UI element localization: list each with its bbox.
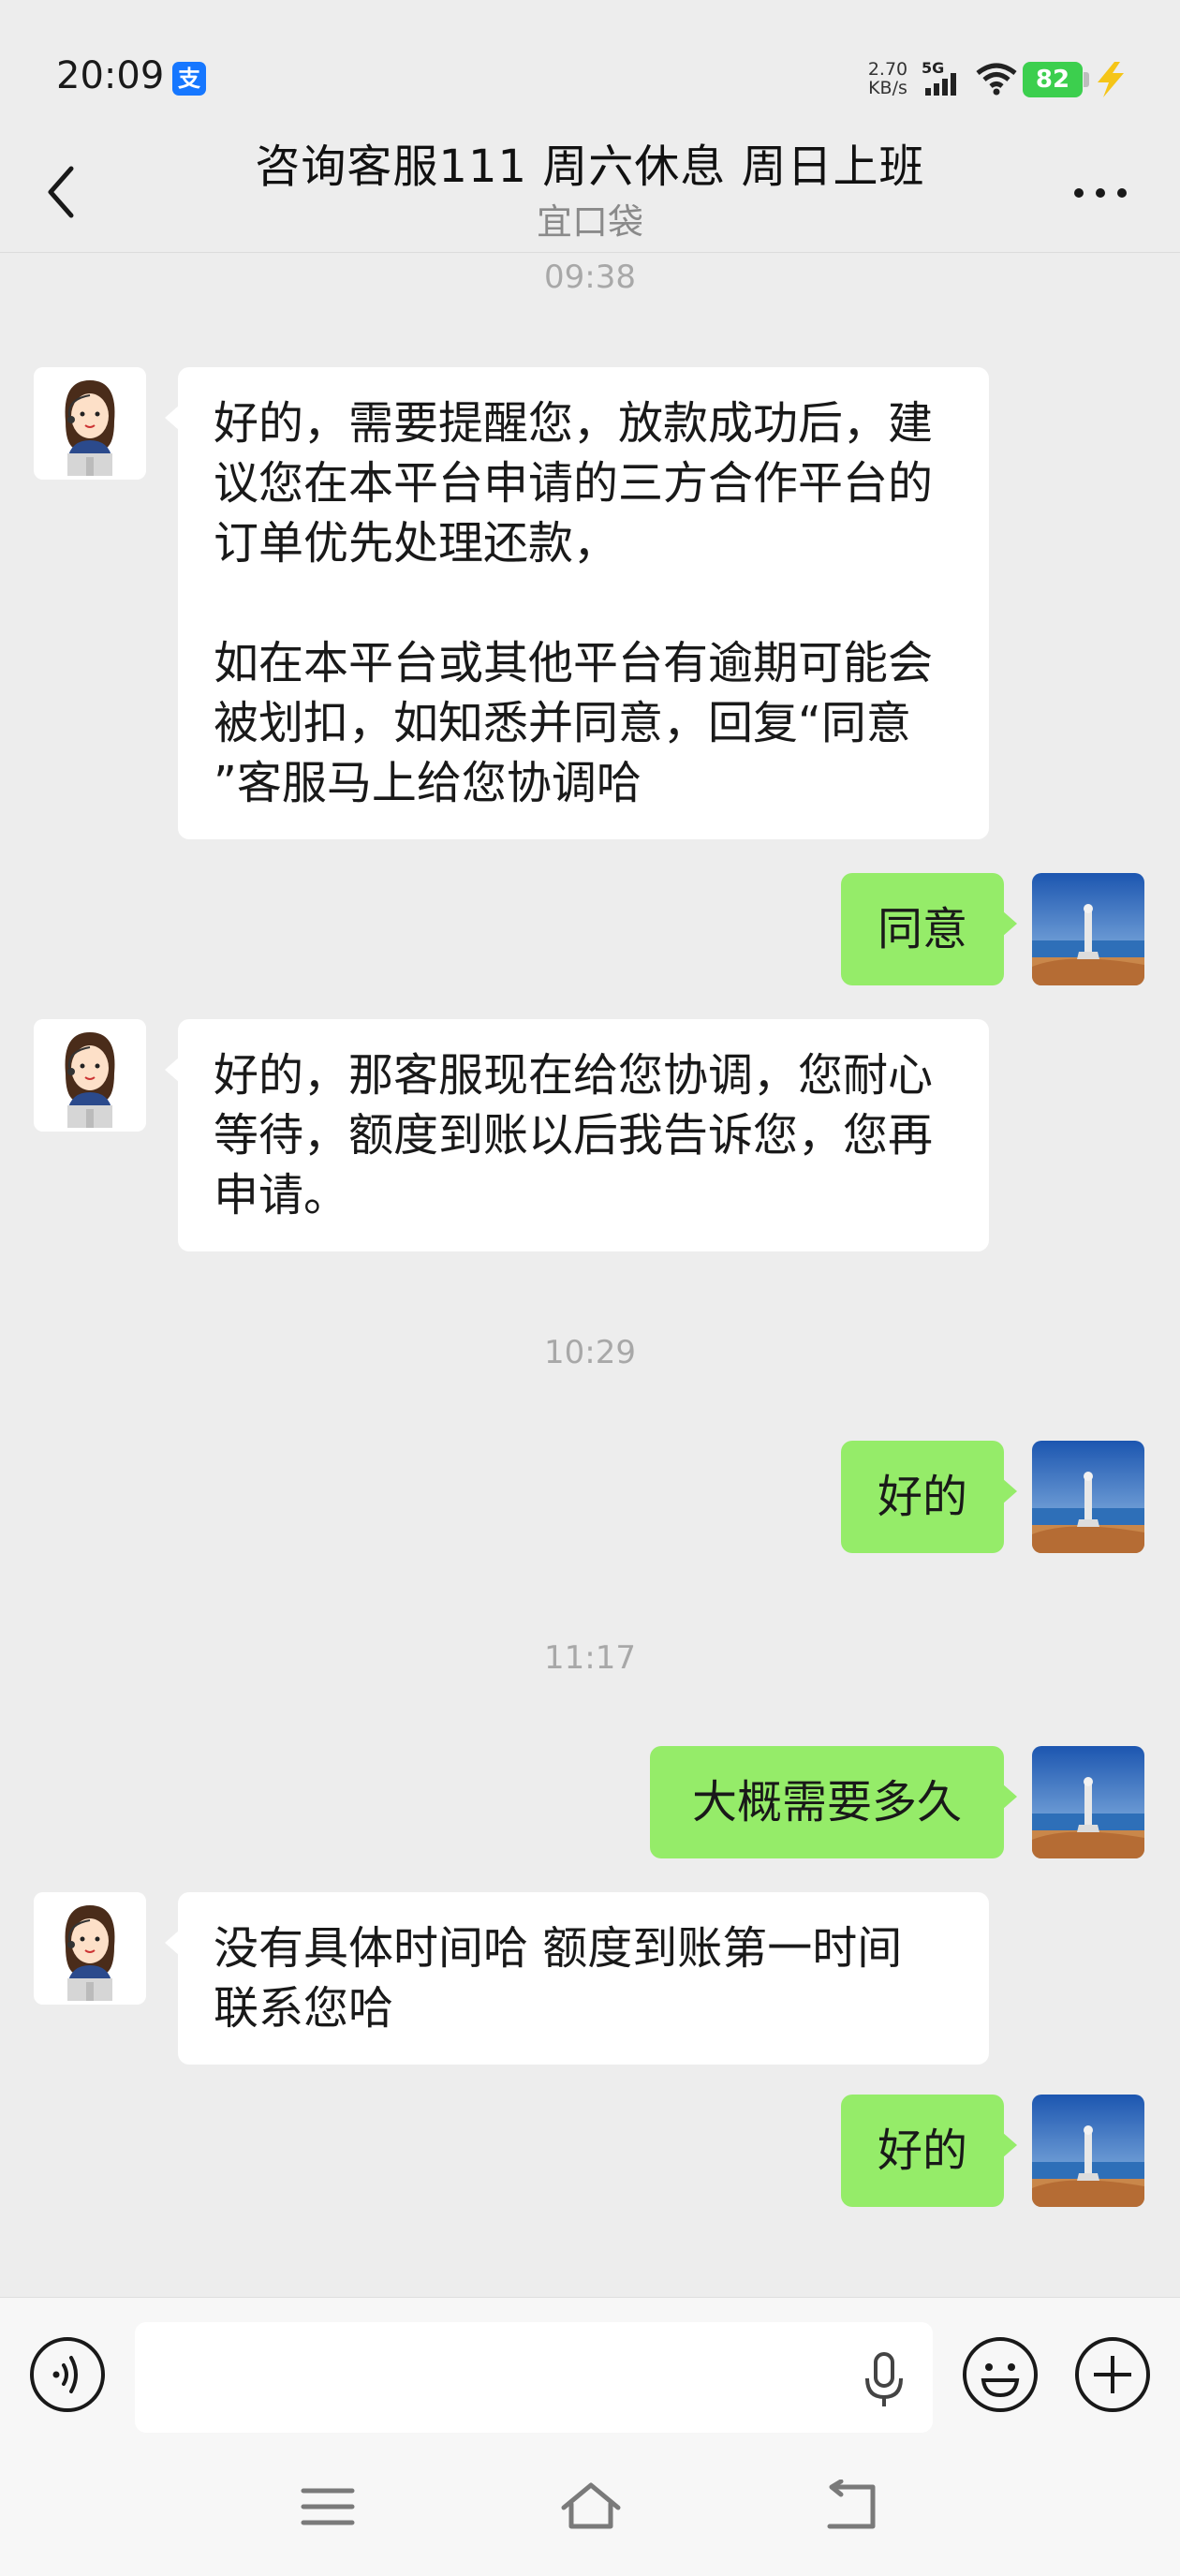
- user-avatar-image: [1032, 1441, 1144, 1553]
- microphone-icon[interactable]: [860, 2352, 908, 2408]
- user-message-bubble[interactable]: 同意: [841, 873, 1017, 985]
- user-avatar-image: [1032, 2095, 1144, 2207]
- message-input-bar: [0, 2297, 1180, 2451]
- system-back-icon[interactable]: [822, 2480, 882, 2532]
- emoji-icon[interactable]: [961, 2335, 1040, 2414]
- chat-title: 咨询客服111 周六休息 周日上班: [255, 141, 925, 193]
- agent-avatar-image: [34, 1019, 146, 1132]
- system-navigation-bar: [0, 2451, 1180, 2576]
- more-options-icon[interactable]: [1068, 174, 1133, 212]
- charging-icon: [1098, 62, 1124, 97]
- message-timestamp: 09:38: [544, 259, 636, 296]
- user-message-bubble[interactable]: 好的: [841, 1441, 1017, 1553]
- agent-message-bubble[interactable]: 好的，那客服现在给您协调，您耐心 等待，额度到账以后我告诉您，您再 申请。: [165, 1019, 989, 1251]
- network-speed: 2.70 KB/s: [860, 60, 916, 97]
- agent-avatar-image: [34, 1892, 146, 2005]
- agent-avatar[interactable]: [34, 1892, 146, 2005]
- user-message-bubble[interactable]: 大概需要多久: [650, 1746, 1017, 1858]
- home-icon[interactable]: [558, 2480, 624, 2532]
- message-text-input[interactable]: [135, 2322, 933, 2433]
- agent-message-bubble[interactable]: 好的，需要提醒您，放款成功后，建 议您在本平台申请的三方合作平台的 订单优先处理…: [165, 367, 989, 839]
- voice-mode-icon[interactable]: [28, 2335, 107, 2414]
- agent-message-bubble[interactable]: 没有具体时间哈 额度到账第一时间 联系您哈: [165, 1892, 989, 2065]
- status-time: 20:09: [56, 54, 165, 97]
- agent-avatar[interactable]: [34, 1019, 146, 1132]
- signal-5g-icon: 5G: [922, 60, 956, 96]
- user-avatar-image: [1032, 873, 1144, 985]
- network-speed-unit: KB/s: [868, 78, 907, 98]
- wifi-icon: [976, 63, 1017, 96]
- message-timestamp: 11:17: [544, 1639, 636, 1677]
- battery-indicator: 82: [1023, 62, 1083, 97]
- recent-apps-menu-icon[interactable]: [300, 2483, 356, 2530]
- user-avatar-image: [1032, 1746, 1144, 1858]
- user-avatar[interactable]: [1032, 1441, 1144, 1553]
- user-avatar[interactable]: [1032, 2095, 1144, 2207]
- user-avatar[interactable]: [1032, 873, 1144, 985]
- agent-avatar[interactable]: [34, 367, 146, 480]
- user-avatar[interactable]: [1032, 1746, 1144, 1858]
- network-type-label: 5G: [922, 60, 944, 77]
- network-speed-value: 2.70: [867, 59, 908, 80]
- more-functions-plus-icon[interactable]: [1073, 2335, 1152, 2414]
- chat-subtitle: 宜口袋: [536, 201, 643, 243]
- status-bar: 20:09 支 2.70 KB/s 5G 82: [0, 0, 1180, 141]
- message-timestamp: 10:29: [544, 1334, 636, 1371]
- battery-tip: [1084, 72, 1089, 87]
- alipay-notification-icon: 支: [172, 62, 206, 96]
- agent-avatar-image: [34, 367, 146, 480]
- user-message-bubble[interactable]: 好的: [841, 2095, 1017, 2207]
- chat-header: 咨询客服111 周六休息 周日上班 宜口袋: [0, 122, 1180, 253]
